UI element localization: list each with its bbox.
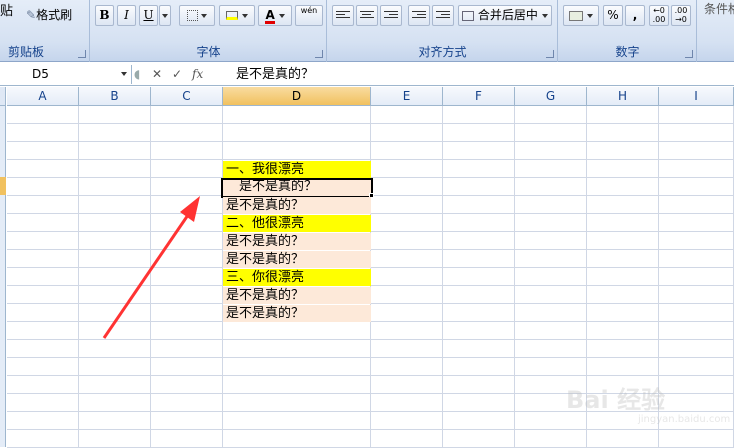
arrow-head: [180, 196, 200, 222]
arrow-shaft: [102, 214, 190, 339]
baidu-watermark: Bai 经验 jingyan.baidu.com: [560, 366, 730, 426]
watermark-logo: Bai 经验: [566, 386, 666, 414]
watermark-url: jingyan.baidu.com: [638, 414, 731, 425]
